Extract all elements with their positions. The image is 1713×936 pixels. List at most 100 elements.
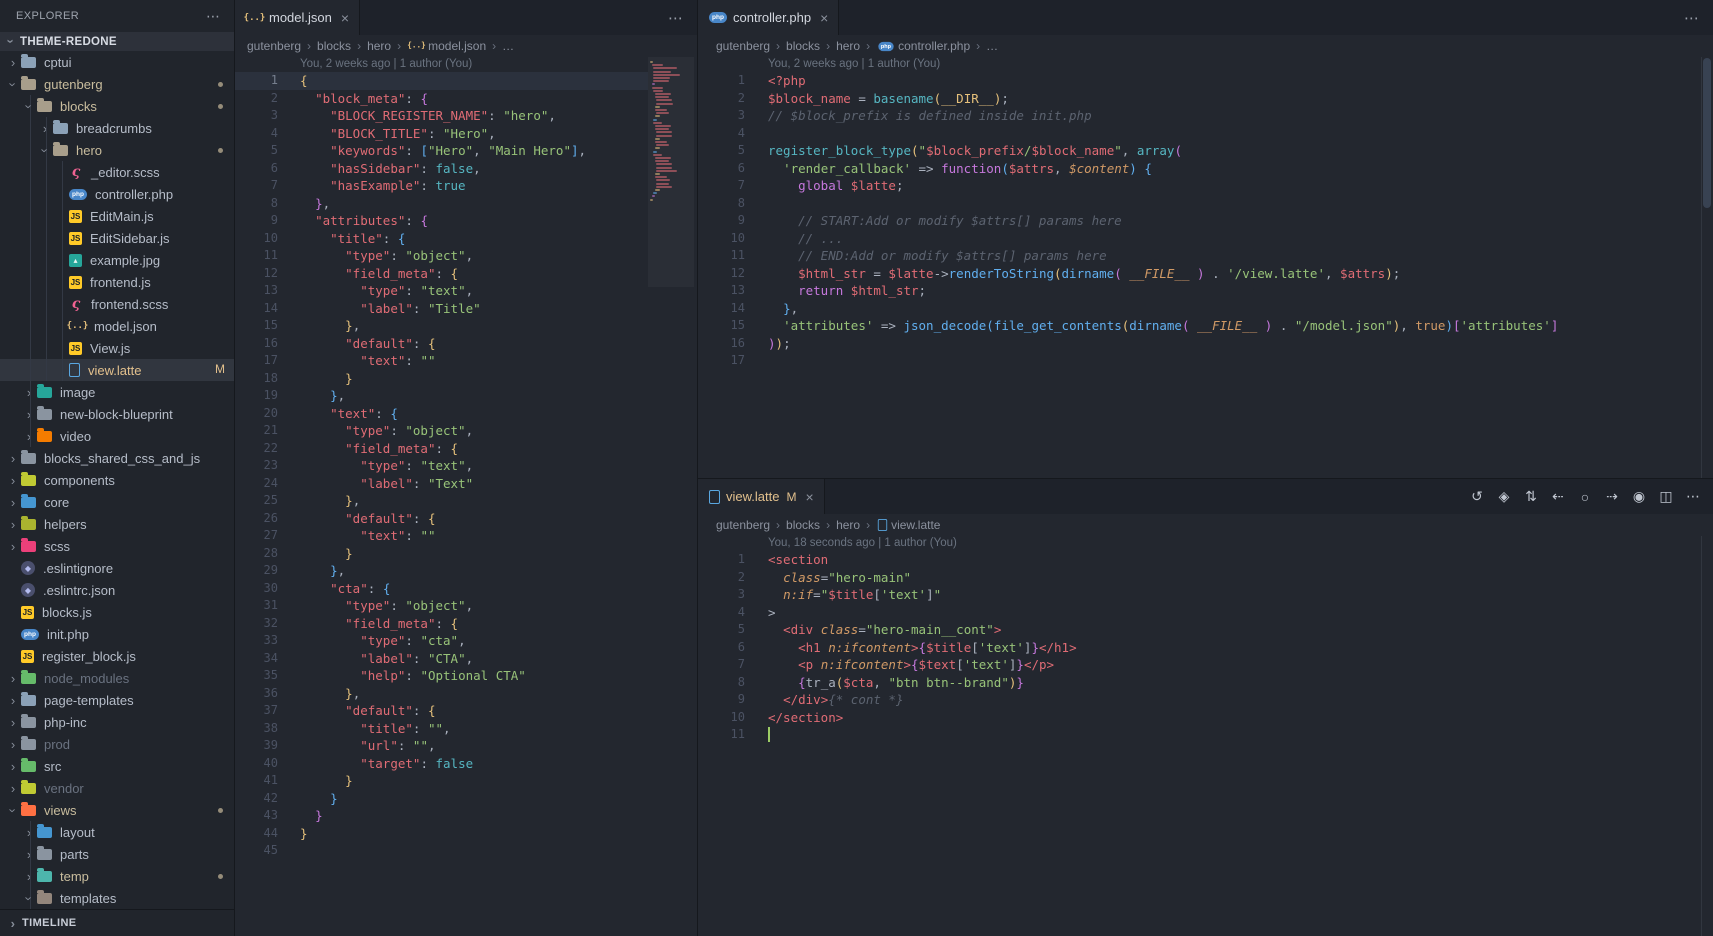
code-line[interactable]: 34 "label": "CTA", <box>235 650 697 668</box>
code-line[interactable]: 1{ <box>235 72 648 90</box>
chevron-right-icon[interactable]: › <box>6 737 20 752</box>
code-line[interactable]: 22 "field_meta": { <box>235 440 697 458</box>
code-line[interactable]: 31 "type": "object", <box>235 597 697 615</box>
code-line[interactable]: 27 "text": "" <box>235 527 697 545</box>
code-line[interactable]: 26 "default": { <box>235 510 697 528</box>
code-line[interactable]: 3 n:if="$title['text']" <box>698 586 1713 604</box>
git-compare-icon[interactable]: ⇅ <box>1523 488 1539 505</box>
close-icon[interactable]: × <box>341 10 349 26</box>
tree-item--editor-scss[interactable]: ›ς_editor.scss <box>0 161 234 183</box>
code-line[interactable]: 13 return $html_str; <box>698 282 1713 300</box>
code-line[interactable]: 20 "text": { <box>235 405 697 423</box>
code-line[interactable]: 15 }, <box>235 317 697 335</box>
code-line[interactable]: 9 </div>{* cont *} <box>698 691 1713 709</box>
code-line[interactable]: 17 "text": "" <box>235 352 697 370</box>
code-line[interactable]: 10</section> <box>698 709 1713 727</box>
explorer-more-actions-icon[interactable]: ⋯ <box>206 8 220 25</box>
tree-item-image[interactable]: ›image <box>0 381 234 403</box>
code-line[interactable]: 32 "field_meta": { <box>235 615 697 633</box>
code-line[interactable]: 14 }, <box>698 300 1713 318</box>
code-line[interactable]: 40 "target": false <box>235 755 697 773</box>
chevron-down-icon[interactable]: › <box>6 77 21 91</box>
breadcrumb-file[interactable]: controller.php <box>898 39 970 53</box>
breadcrumb-item[interactable]: gutenberg <box>247 39 301 53</box>
code-line[interactable]: 5register_block_type("$block_prefix/$blo… <box>698 142 1713 160</box>
code-line[interactable]: 28 } <box>235 545 697 563</box>
code-line[interactable]: 39 "url": "", <box>235 737 697 755</box>
chevron-down-icon[interactable]: › <box>38 143 53 157</box>
code-line[interactable]: 2 class="hero-main" <box>698 569 1713 587</box>
code-line[interactable]: 2$block_name = basename(__DIR__); <box>698 90 1713 108</box>
chevron-right-icon[interactable]: › <box>22 385 36 400</box>
gitlens-icon[interactable]: ◈ <box>1496 488 1512 505</box>
code-line[interactable]: 23 "type": "text", <box>235 457 697 475</box>
tree-item-register-block-js[interactable]: ›JSregister_block.js <box>0 645 234 667</box>
breadcrumb-item[interactable]: gutenberg <box>716 518 770 532</box>
code-line[interactable]: 5 "keywords": ["Hero", "Main Hero"], <box>235 142 697 160</box>
tree-item-helpers[interactable]: ›helpers <box>0 513 234 535</box>
code-line[interactable]: 8 {tr_a($cta, "btn btn--brand")} <box>698 674 1713 692</box>
tree-item-view-latte[interactable]: ›view.latteM <box>0 359 234 381</box>
tree-item--eslintignore[interactable]: ›◆.eslintignore <box>0 557 234 579</box>
next-change-icon[interactable]: ⇢ <box>1604 488 1620 505</box>
code-line[interactable]: 41 } <box>235 772 697 790</box>
workspace-section-header[interactable]: › THEME-REDONE <box>0 32 234 51</box>
chevron-right-icon[interactable]: › <box>6 451 20 466</box>
editor-more-actions-icon[interactable]: ⋯ <box>1684 9 1699 27</box>
code-line[interactable]: 12 $html_str = $latte->renderToString(di… <box>698 265 1713 283</box>
breadcrumb-item[interactable]: hero <box>836 39 860 53</box>
chevron-right-icon[interactable]: › <box>22 429 36 444</box>
breadcrumb-item[interactable]: blocks <box>317 39 351 53</box>
code-line[interactable]: 25 }, <box>235 492 697 510</box>
chevron-right-icon[interactable]: › <box>22 847 36 862</box>
tree-item-frontend-scss[interactable]: ›ςfrontend.scss <box>0 293 234 315</box>
tree-item-php-inc[interactable]: ›php-inc <box>0 711 234 733</box>
tree-item-prod[interactable]: ›prod <box>0 733 234 755</box>
code-line[interactable]: 4 <box>698 125 1713 143</box>
close-icon[interactable]: × <box>820 10 828 26</box>
code-line[interactable]: 37 "default": { <box>235 702 697 720</box>
chevron-right-icon[interactable]: › <box>6 495 20 510</box>
code-line[interactable]: 14 "label": "Title" <box>235 300 697 318</box>
chevron-right-icon[interactable]: › <box>6 55 20 70</box>
more-actions-icon[interactable]: ⋯ <box>1685 488 1701 505</box>
close-icon[interactable]: × <box>805 489 813 505</box>
code-line[interactable]: 6 <h1 n:ifcontent>{$title['text']}</h1> <box>698 639 1713 657</box>
chevron-down-icon[interactable]: › <box>6 803 21 817</box>
chevron-right-icon[interactable]: › <box>38 121 52 136</box>
code-line[interactable]: 4> <box>698 604 1713 622</box>
code-line[interactable]: 17 <box>698 352 1713 370</box>
code-line[interactable]: 7 global $latte; <box>698 177 1713 195</box>
tree-item-hero[interactable]: ›hero <box>0 139 234 161</box>
tree-item-views[interactable]: ›views <box>0 799 234 821</box>
chevron-right-icon[interactable]: › <box>6 671 20 686</box>
timeline-section-header[interactable]: › TIMELINE <box>0 909 234 936</box>
tree-item-view-js[interactable]: ›JSView.js <box>0 337 234 359</box>
code-line[interactable]: 1<section <box>698 551 1713 569</box>
code-line[interactable]: 10 // ... <box>698 230 1713 248</box>
code-line[interactable]: 45 <box>235 842 697 860</box>
minimap[interactable] <box>648 57 694 377</box>
chevron-right-icon[interactable]: › <box>6 693 20 708</box>
scrollbar-thumb[interactable] <box>1703 58 1711 208</box>
code-line[interactable]: 36 }, <box>235 685 697 703</box>
code-line[interactable]: 5 <div class="hero-main__cont"> <box>698 621 1713 639</box>
code-line[interactable]: 6 'render_callback' => function($attrs, … <box>698 160 1713 178</box>
editor-more-actions-icon[interactable]: ⋯ <box>668 9 683 27</box>
code-line[interactable]: 24 "label": "Text" <box>235 475 697 493</box>
breadcrumb-item[interactable]: gutenberg <box>716 39 770 53</box>
toggle-blame-icon[interactable]: ◉ <box>1631 488 1647 505</box>
tree-item-scss[interactable]: ›scss <box>0 535 234 557</box>
tree-item-vendor[interactable]: ›vendor <box>0 777 234 799</box>
code-line[interactable]: 11 <box>698 726 1713 744</box>
code-line[interactable]: 3 "BLOCK_REGISTER_NAME": "hero", <box>235 107 697 125</box>
breadcrumb-symbol-tail[interactable]: … <box>986 39 998 53</box>
tree-item-init-php[interactable]: ›phpinit.php <box>0 623 234 645</box>
tree-item-blocks-js[interactable]: ›JSblocks.js <box>0 601 234 623</box>
chevron-right-icon[interactable]: › <box>6 715 20 730</box>
code-line[interactable]: 43 } <box>235 807 697 825</box>
chevron-right-icon[interactable]: › <box>22 869 36 884</box>
chevron-down-icon[interactable]: › <box>22 99 37 113</box>
code-line[interactable]: 2 "block_meta": { <box>235 90 697 108</box>
code-line[interactable]: 3// $block_prefix is defined inside init… <box>698 107 1713 125</box>
